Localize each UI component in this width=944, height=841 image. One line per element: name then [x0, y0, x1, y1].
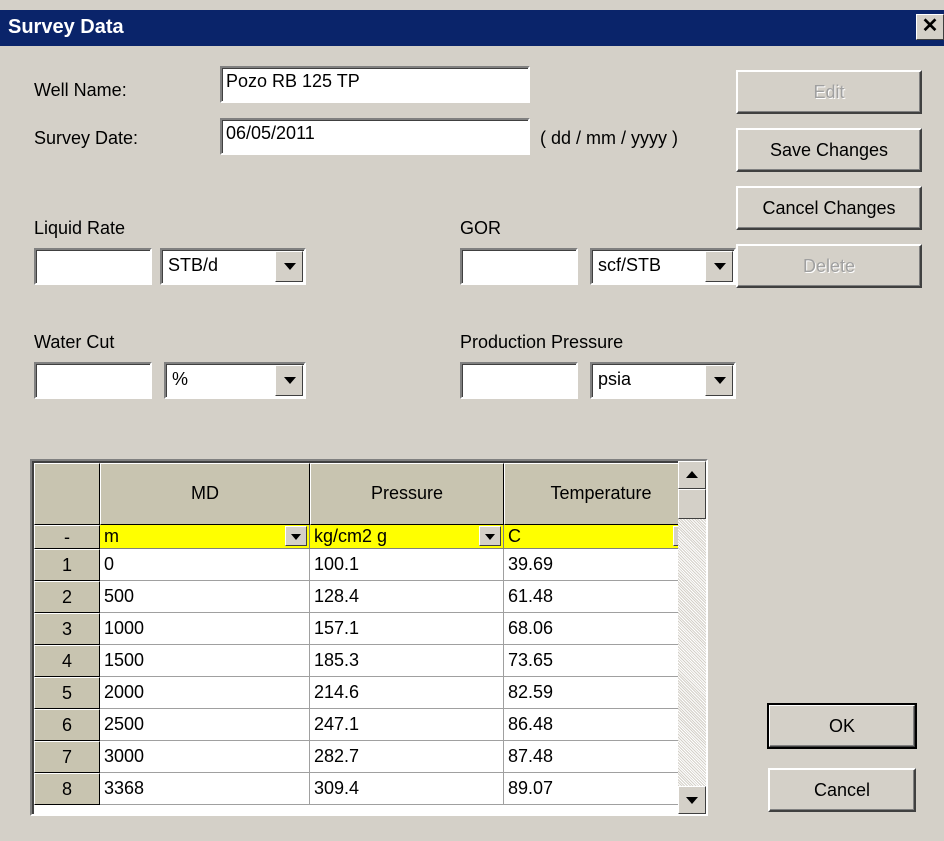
dropdown-arrow-button[interactable] — [275, 365, 303, 396]
production-pressure-unit-value: psia — [598, 369, 632, 389]
md-unit-select[interactable]: m — [100, 525, 310, 549]
column-header-md[interactable]: MD — [100, 463, 310, 525]
survey-data-grid[interactable]: MD Pressure Temperature - m kg/cm2 g C 1… — [30, 459, 708, 816]
temperature-cell[interactable]: 68.06 — [504, 613, 698, 645]
liquid-rate-input[interactable] — [34, 248, 152, 285]
well-name-input[interactable]: Pozo RB 125 TP — [220, 66, 530, 103]
pressure-cell[interactable]: 128.4 — [310, 581, 504, 613]
survey-date-label: Survey Date: — [34, 128, 139, 148]
md-cell[interactable]: 1000 — [100, 613, 310, 645]
water-cut-input[interactable] — [34, 362, 152, 399]
edit-button[interactable]: Edit — [736, 70, 922, 114]
pressure-cell[interactable]: 214.6 — [310, 677, 504, 709]
md-cell[interactable]: 3000 — [100, 741, 310, 773]
scroll-thumb[interactable] — [678, 489, 706, 519]
gor-label: GOR — [460, 218, 502, 238]
scroll-down-button[interactable] — [678, 786, 706, 814]
title-bar[interactable]: Survey Data ✕ — [0, 10, 944, 46]
dropdown-arrow-button[interactable] — [479, 526, 501, 546]
md-cell[interactable]: 2500 — [100, 709, 310, 741]
row-header[interactable]: 5 — [34, 677, 100, 709]
close-icon: ✕ — [921, 15, 939, 37]
pressure-cell[interactable]: 100.1 — [310, 549, 504, 581]
scroll-up-button[interactable] — [678, 461, 706, 489]
arrow-down-icon — [686, 797, 698, 804]
cancel-changes-button[interactable]: Cancel Changes — [736, 186, 922, 230]
liquid-rate-label: Liquid Rate — [34, 218, 126, 238]
temperature-unit-select[interactable]: C — [504, 525, 698, 549]
pressure-unit-value: kg/cm2 g — [314, 526, 388, 546]
row-header[interactable]: 8 — [34, 773, 100, 805]
pressure-cell[interactable]: 309.4 — [310, 773, 504, 805]
chevron-down-icon — [485, 534, 495, 540]
column-header-pressure[interactable]: Pressure — [310, 463, 504, 525]
row-header[interactable]: 4 — [34, 645, 100, 677]
chevron-down-icon — [284, 263, 296, 270]
dropdown-arrow-button[interactable] — [705, 251, 733, 282]
chevron-down-icon — [284, 377, 296, 384]
temperature-cell[interactable]: 39.69 — [504, 549, 698, 581]
dropdown-arrow-button[interactable] — [275, 251, 303, 282]
water-cut-unit-select[interactable]: % — [164, 362, 306, 399]
temperature-cell[interactable]: 89.07 — [504, 773, 698, 805]
arrow-up-icon — [686, 471, 698, 478]
pressure-cell[interactable]: 282.7 — [310, 741, 504, 773]
liquid-rate-unit-value: STB/d — [168, 255, 219, 275]
row-header[interactable]: 6 — [34, 709, 100, 741]
pressure-cell[interactable]: 247.1 — [310, 709, 504, 741]
row-header[interactable]: 7 — [34, 741, 100, 773]
date-format-hint: ( dd / mm / yyyy ) — [540, 128, 679, 148]
ok-button[interactable]: OK — [767, 703, 917, 749]
md-cell[interactable]: 500 — [100, 581, 310, 613]
water-cut-unit-value: % — [172, 369, 189, 389]
row-header[interactable]: 3 — [34, 613, 100, 645]
production-pressure-input[interactable] — [460, 362, 578, 399]
pressure-cell[interactable]: 157.1 — [310, 613, 504, 645]
liquid-rate-unit-select[interactable]: STB/d — [160, 248, 306, 285]
dropdown-arrow-button[interactable] — [285, 526, 307, 546]
md-unit-value: m — [104, 526, 119, 546]
well-name-label: Well Name: — [34, 80, 127, 100]
delete-button[interactable]: Delete — [736, 244, 922, 288]
chevron-down-icon — [714, 263, 726, 270]
close-button[interactable]: ✕ — [916, 14, 944, 40]
unit-row-header: - — [34, 525, 100, 549]
pressure-unit-select[interactable]: kg/cm2 g — [310, 525, 504, 549]
gor-unit-value: scf/STB — [598, 255, 662, 275]
survey-data-dialog: Survey Data ✕ Well Name: Pozo RB 125 TP … — [0, 0, 944, 841]
row-header[interactable]: 2 — [34, 581, 100, 613]
gor-unit-select[interactable]: scf/STB — [590, 248, 736, 285]
cancel-button[interactable]: Cancel — [768, 768, 916, 812]
pressure-cell[interactable]: 185.3 — [310, 645, 504, 677]
temperature-cell[interactable]: 73.65 — [504, 645, 698, 677]
chevron-down-icon — [291, 534, 301, 540]
md-cell[interactable]: 0 — [100, 549, 310, 581]
gor-input[interactable] — [460, 248, 578, 285]
md-cell[interactable]: 2000 — [100, 677, 310, 709]
save-changes-button[interactable]: Save Changes — [736, 128, 922, 172]
water-cut-label: Water Cut — [34, 332, 115, 352]
column-header-temperature[interactable]: Temperature — [504, 463, 698, 525]
temperature-cell[interactable]: 61.48 — [504, 581, 698, 613]
temperature-cell[interactable]: 87.48 — [504, 741, 698, 773]
production-pressure-label: Production Pressure — [460, 332, 624, 352]
temperature-cell[interactable]: 86.48 — [504, 709, 698, 741]
temperature-cell[interactable]: 82.59 — [504, 677, 698, 709]
md-cell[interactable]: 1500 — [100, 645, 310, 677]
grid-corner-header[interactable] — [34, 463, 100, 525]
md-cell[interactable]: 3368 — [100, 773, 310, 805]
dropdown-arrow-button[interactable] — [705, 365, 733, 396]
row-header[interactable]: 1 — [34, 549, 100, 581]
chevron-down-icon — [714, 377, 726, 384]
vertical-scrollbar[interactable] — [678, 461, 706, 814]
window-title: Survey Data — [8, 16, 124, 38]
production-pressure-unit-select[interactable]: psia — [590, 362, 736, 399]
temperature-unit-value: C — [508, 526, 521, 546]
survey-date-input[interactable]: 06/05/2011 — [220, 118, 530, 155]
